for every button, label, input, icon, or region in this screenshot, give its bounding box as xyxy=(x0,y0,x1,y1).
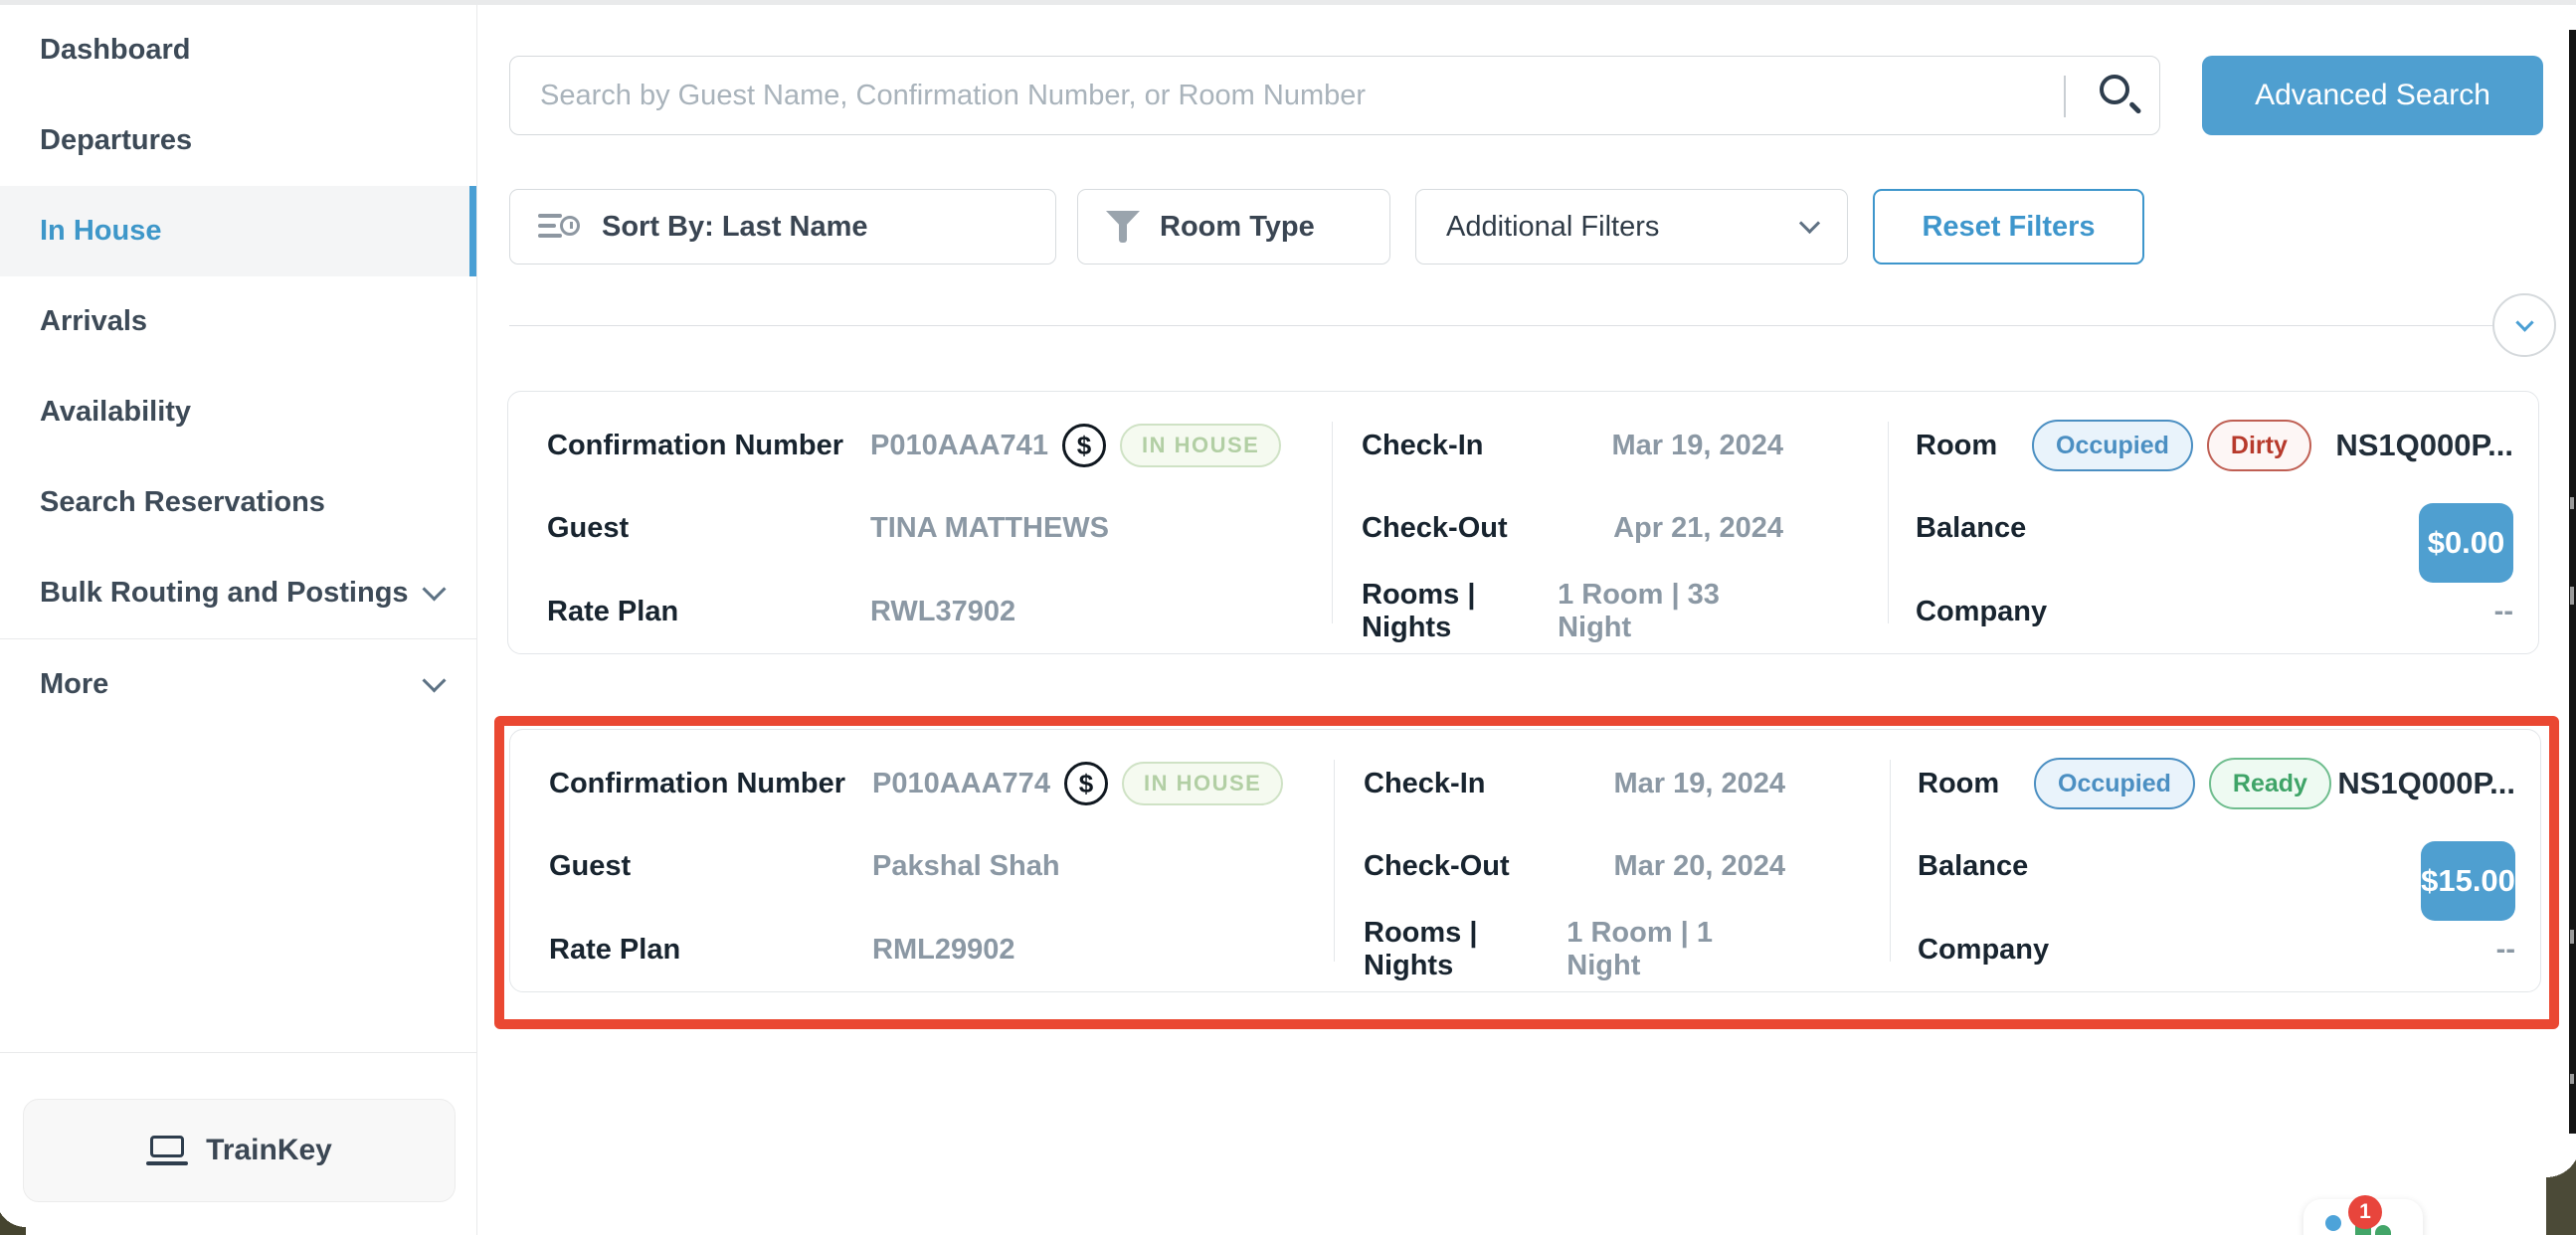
sidebar-bottom-divider xyxy=(0,1052,477,1053)
card-dates-column: Check-In Mar 19, 2024 Check-Out Mar 20, … xyxy=(1334,730,1890,991)
balance-button[interactable]: $0.00 xyxy=(2419,503,2513,583)
filter-funnel-icon xyxy=(1106,209,1140,245)
check-in-date: Mar 19, 2024 xyxy=(1611,430,1783,462)
sidebar-item-more[interactable]: More xyxy=(0,639,476,730)
sidebar-item-label: In House xyxy=(40,215,161,248)
room-number: NS1Q000P... xyxy=(2337,766,2515,801)
sidebar-item-label: More xyxy=(40,668,108,701)
card-dates-column: Check-In Mar 19, 2024 Check-Out Apr 21, … xyxy=(1332,392,1888,653)
rooms-nights-value: 1 Room | 33 Night xyxy=(1558,579,1783,644)
app-window: Dashboard Departures In House Arrivals A… xyxy=(0,0,2576,1235)
check-out-label: Check-Out xyxy=(1362,512,1508,545)
payment-dollar-icon[interactable]: $ xyxy=(1062,424,1106,467)
rate-plan-label: Rate Plan xyxy=(549,934,680,967)
room-status-occupied-pill: Occupied xyxy=(2034,758,2195,809)
balance-label: Balance xyxy=(1916,512,2026,545)
card-room-column: Room Occupied Ready NS1Q000P... Balance … xyxy=(1890,730,2540,991)
room-number: NS1Q000P... xyxy=(2335,428,2513,463)
room-label: Room xyxy=(1916,430,2032,462)
card-guest-column: Confirmation Number P010AAA774 $ IN HOUS… xyxy=(510,730,1334,991)
check-out-date: Apr 21, 2024 xyxy=(1613,512,1783,545)
company-value: -- xyxy=(2494,596,2513,628)
screen-right-edge xyxy=(2569,30,2576,1134)
additional-filters-label: Additional Filters xyxy=(1446,211,1659,244)
sidebar: Dashboard Departures In House Arrivals A… xyxy=(0,5,477,1235)
room-type-label: Room Type xyxy=(1160,211,1315,244)
room-status-ready-pill: Ready xyxy=(2209,758,2331,809)
desktop-corner xyxy=(2546,1144,2576,1235)
balance-button[interactable]: $15.00 xyxy=(2421,841,2515,921)
company-value: -- xyxy=(2496,934,2515,967)
rate-plan-value: RML29902 xyxy=(872,934,1014,967)
room-type-filter[interactable]: Room Type xyxy=(1077,189,1390,265)
rooms-nights-label: Rooms | Nights xyxy=(1364,917,1566,982)
additional-filters-dropdown[interactable]: Additional Filters xyxy=(1415,189,1848,265)
sidebar-item-arrivals[interactable]: Arrivals xyxy=(0,276,476,367)
sidebar-item-in-house[interactable]: In House xyxy=(0,186,476,276)
chevron-down-icon xyxy=(422,577,446,601)
sidebar-item-bulk-routing[interactable]: Bulk Routing and Postings xyxy=(0,548,476,638)
trainkey-label: TrainKey xyxy=(206,1134,332,1167)
in-house-badge: IN HOUSE xyxy=(1120,424,1281,467)
rate-plan-value: RWL37902 xyxy=(870,596,1015,628)
card-guest-column: Confirmation Number P010AAA741 $ IN HOUS… xyxy=(508,392,1332,653)
check-in-label: Check-In xyxy=(1362,430,1483,462)
sidebar-item-search-reservations[interactable]: Search Reservations xyxy=(0,457,476,548)
company-label: Company xyxy=(1916,596,2047,628)
room-status-dirty-pill: Dirty xyxy=(2207,420,2311,471)
reset-filters-button[interactable]: Reset Filters xyxy=(1873,189,2144,265)
sidebar-item-label: Bulk Routing and Postings xyxy=(40,577,409,610)
desktop-corner xyxy=(0,1197,26,1235)
rate-plan-label: Rate Plan xyxy=(547,596,678,628)
sidebar-item-label: Availability xyxy=(40,396,191,429)
confirmation-label: Confirmation Number xyxy=(549,768,845,800)
room-label: Room xyxy=(1918,768,2034,800)
sidebar-item-label: Arrivals xyxy=(40,305,147,338)
collapse-toggle-button[interactable] xyxy=(2492,293,2556,357)
card-room-column: Room Occupied Dirty NS1Q000P... Balance … xyxy=(1888,392,2538,653)
sidebar-item-label: Dashboard xyxy=(40,34,190,67)
guest-label: Guest xyxy=(547,512,629,545)
company-label: Company xyxy=(1918,934,2049,967)
chevron-down-icon xyxy=(422,668,446,692)
guest-name: TINA MATTHEWS xyxy=(870,512,1109,545)
advanced-search-button[interactable]: Advanced Search xyxy=(2202,56,2543,135)
laptop-icon xyxy=(146,1136,188,1165)
sort-icon xyxy=(538,211,580,243)
chevron-down-icon xyxy=(1799,213,1820,234)
confirmation-number: P010AAA741 xyxy=(870,430,1048,462)
sort-by-dropdown[interactable]: Sort By: Last Name xyxy=(509,189,1056,265)
reservation-card[interactable]: Confirmation Number P010AAA741 $ IN HOUS… xyxy=(507,391,2539,654)
check-in-label: Check-In xyxy=(1364,768,1485,800)
sidebar-item-label: Search Reservations xyxy=(40,486,325,519)
search-input[interactable] xyxy=(510,57,2159,134)
search-divider xyxy=(2064,76,2066,117)
chevron-down-icon xyxy=(2515,313,2533,331)
reservation-card-selected[interactable]: Confirmation Number P010AAA774 $ IN HOUS… xyxy=(509,729,2541,992)
rooms-nights-label: Rooms | Nights xyxy=(1362,579,1558,644)
section-divider xyxy=(509,325,2493,326)
check-in-date: Mar 19, 2024 xyxy=(1613,768,1785,800)
rooms-nights-value: 1 Room | 1 Night xyxy=(1566,917,1785,982)
sort-by-label: Sort By: Last Name xyxy=(602,211,868,244)
check-out-date: Mar 20, 2024 xyxy=(1613,850,1785,883)
check-out-label: Check-Out xyxy=(1364,850,1510,883)
sidebar-item-label: Departures xyxy=(40,124,192,157)
sidebar-item-availability[interactable]: Availability xyxy=(0,367,476,457)
guest-name: Pakshal Shah xyxy=(872,850,1060,883)
in-house-badge: IN HOUSE xyxy=(1122,762,1283,805)
payment-dollar-icon[interactable]: $ xyxy=(1064,762,1108,805)
sidebar-item-departures[interactable]: Departures xyxy=(0,95,476,186)
search-box xyxy=(509,56,2160,135)
balance-label: Balance xyxy=(1918,850,2028,883)
guest-label: Guest xyxy=(549,850,631,883)
room-status-occupied-pill: Occupied xyxy=(2032,420,2193,471)
sidebar-item-dashboard[interactable]: Dashboard xyxy=(0,5,476,95)
trainkey-button[interactable]: TrainKey xyxy=(23,1099,456,1202)
notification-badge[interactable]: 1 xyxy=(2348,1195,2382,1229)
search-icon[interactable] xyxy=(2096,73,2143,120)
confirmation-number: P010AAA774 xyxy=(872,768,1050,800)
confirmation-label: Confirmation Number xyxy=(547,430,843,462)
